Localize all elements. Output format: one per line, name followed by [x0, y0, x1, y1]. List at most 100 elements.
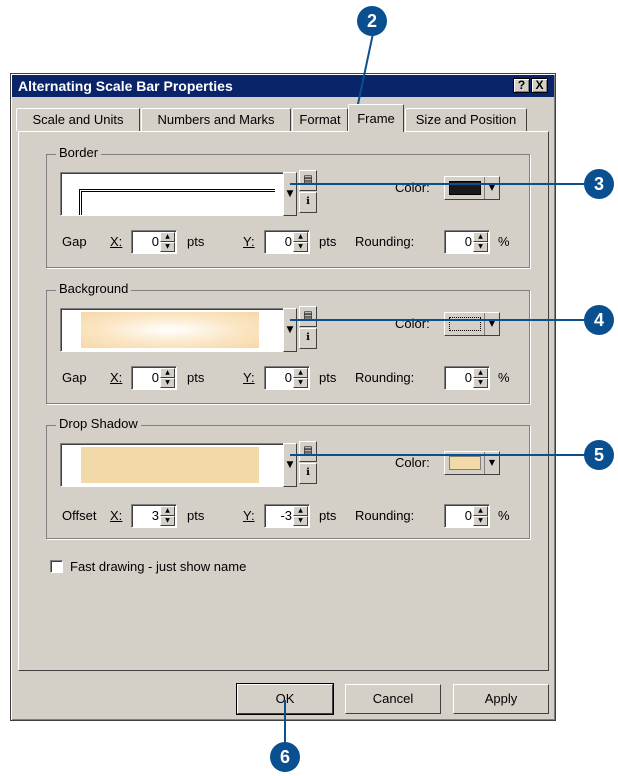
apply-button[interactable]: Apply	[453, 684, 549, 714]
border-gap-label: Gap	[62, 234, 87, 249]
cancel-button[interactable]: Cancel	[345, 684, 441, 714]
background-rounding-label: Rounding:	[355, 370, 415, 385]
callout-5: 5	[584, 440, 614, 470]
drop-shadow-offset-label: Offset	[62, 508, 97, 523]
drop-shadow-offset-y-spinner[interactable]: -3 ▲ ▼	[264, 504, 310, 528]
background-gap-x-value: 0	[151, 370, 159, 385]
spin-down-icon[interactable]: ▼	[293, 378, 308, 388]
drop-shadow-properties-icon[interactable]: ▤	[299, 441, 317, 462]
callout-4: 4	[584, 305, 614, 335]
background-group-label: Background	[56, 281, 132, 296]
spin-up-icon[interactable]: ▲	[293, 232, 308, 242]
border-symbol-icon[interactable]: ℹ	[299, 192, 317, 213]
border-y-units: pts	[319, 234, 337, 249]
spin-up-icon[interactable]: ▲	[293, 368, 308, 378]
border-gap-x-spinner[interactable]: 0 ▲ ▼	[131, 230, 177, 254]
callout-5-line	[290, 454, 585, 456]
drop-shadow-color-label: Color:	[395, 455, 430, 470]
border-dropdown-arrow-icon[interactable]: ▼	[283, 172, 297, 216]
spin-down-icon[interactable]: ▼	[160, 516, 175, 526]
callout-6: 6	[270, 742, 300, 772]
spin-down-icon[interactable]: ▼	[160, 378, 175, 388]
window-title: Alternating Scale Bar Properties	[18, 78, 233, 94]
background-symbol-icon[interactable]: ℹ	[299, 328, 317, 349]
spin-down-icon[interactable]: ▼	[293, 242, 308, 252]
border-sample	[79, 189, 275, 215]
drop-shadow-rounding-label: Rounding:	[355, 508, 415, 523]
background-gap-y-spinner[interactable]: 0 ▲ ▼	[264, 366, 310, 390]
border-gap-y-spinner[interactable]: 0 ▲ ▼	[264, 230, 310, 254]
chevron-down-icon: ▼	[484, 313, 499, 335]
background-rounding-value: 0	[464, 370, 472, 385]
drop-shadow-rounding-spinner[interactable]: 0 ▲ ▼	[444, 504, 490, 528]
callout-3-line	[290, 183, 585, 185]
background-preview	[60, 308, 293, 352]
spin-down-icon[interactable]: ▼	[473, 378, 488, 388]
border-x-units: pts	[187, 234, 205, 249]
background-gap-x-spinner[interactable]: 0 ▲ ▼	[131, 366, 177, 390]
background-gap-y-value: 0	[284, 370, 292, 385]
border-gap-y-value: 0	[284, 234, 292, 249]
help-button[interactable]: ?	[513, 78, 530, 93]
callout-6-line	[284, 700, 286, 748]
drop-shadow-x-label: X:	[110, 508, 123, 523]
drop-shadow-symbol-icon[interactable]: ℹ	[299, 463, 317, 484]
tab-numbers-and-marks[interactable]: Numbers and Marks	[141, 108, 291, 131]
close-button[interactable]: X	[531, 78, 548, 93]
callout-2: 2	[357, 6, 387, 36]
drop-shadow-offset-y-value: -3	[280, 508, 292, 523]
drop-shadow-offset-x-spinner[interactable]: 3 ▲ ▼	[131, 504, 177, 528]
drop-shadow-sample	[81, 447, 259, 483]
spin-down-icon[interactable]: ▼	[293, 516, 308, 526]
border-group-label: Border	[56, 145, 102, 160]
background-y-label: Y:	[243, 370, 255, 385]
drop-shadow-rounding-value: 0	[464, 508, 472, 523]
tab-size-and-position[interactable]: Size and Position	[405, 108, 527, 131]
callout-4-line	[290, 319, 585, 321]
drop-shadow-percent: %	[498, 508, 510, 523]
border-preview	[60, 172, 293, 216]
tab-frame[interactable]: Frame	[348, 104, 404, 132]
spin-up-icon[interactable]: ▲	[473, 232, 488, 242]
drop-shadow-group-label: Drop Shadow	[56, 416, 141, 431]
background-sample	[81, 312, 259, 348]
spin-down-icon[interactable]: ▼	[160, 242, 175, 252]
border-properties-icon[interactable]: ▤	[299, 170, 317, 191]
spin-up-icon[interactable]: ▲	[160, 368, 175, 378]
spin-up-icon[interactable]: ▲	[160, 506, 175, 516]
border-rounding-label: Rounding:	[355, 234, 415, 249]
drop-shadow-dropdown-arrow-icon[interactable]: ▼	[283, 443, 297, 487]
border-gap-x-value: 0	[151, 234, 159, 249]
chevron-down-icon: ▼	[484, 177, 499, 199]
spin-up-icon[interactable]: ▲	[473, 368, 488, 378]
background-x-label: X:	[110, 370, 123, 385]
border-color-button[interactable]: ▼	[444, 176, 500, 200]
background-dropdown-arrow-icon[interactable]: ▼	[283, 308, 297, 352]
drop-shadow-preview	[60, 443, 293, 487]
background-y-units: pts	[319, 370, 337, 385]
border-percent: %	[498, 234, 510, 249]
background-properties-icon[interactable]: ▤	[299, 306, 317, 327]
drop-shadow-color-swatch	[449, 456, 481, 470]
tab-scale-and-units[interactable]: Scale and Units	[16, 108, 140, 131]
spin-up-icon[interactable]: ▲	[293, 506, 308, 516]
spin-up-icon[interactable]: ▲	[160, 232, 175, 242]
border-x-label: X:	[110, 234, 123, 249]
background-percent: %	[498, 370, 510, 385]
callout-3: 3	[584, 169, 614, 199]
background-rounding-spinner[interactable]: 0 ▲ ▼	[444, 366, 490, 390]
background-color-button[interactable]: ▼	[444, 312, 500, 336]
tab-format[interactable]: Format	[292, 108, 348, 131]
fast-drawing-checkbox[interactable]	[50, 560, 63, 573]
border-rounding-spinner[interactable]: 0 ▲ ▼	[444, 230, 490, 254]
fast-drawing-label[interactable]: Fast drawing - just show name	[70, 559, 246, 574]
spin-down-icon[interactable]: ▼	[473, 242, 488, 252]
drop-shadow-x-units: pts	[187, 508, 205, 523]
drop-shadow-offset-x-value: 3	[151, 508, 159, 523]
drop-shadow-y-label: Y:	[243, 508, 255, 523]
spin-up-icon[interactable]: ▲	[473, 506, 488, 516]
title-bar: Alternating Scale Bar Properties	[12, 75, 554, 97]
spin-down-icon[interactable]: ▼	[473, 516, 488, 526]
border-y-label: Y:	[243, 234, 255, 249]
drop-shadow-y-units: pts	[319, 508, 337, 523]
